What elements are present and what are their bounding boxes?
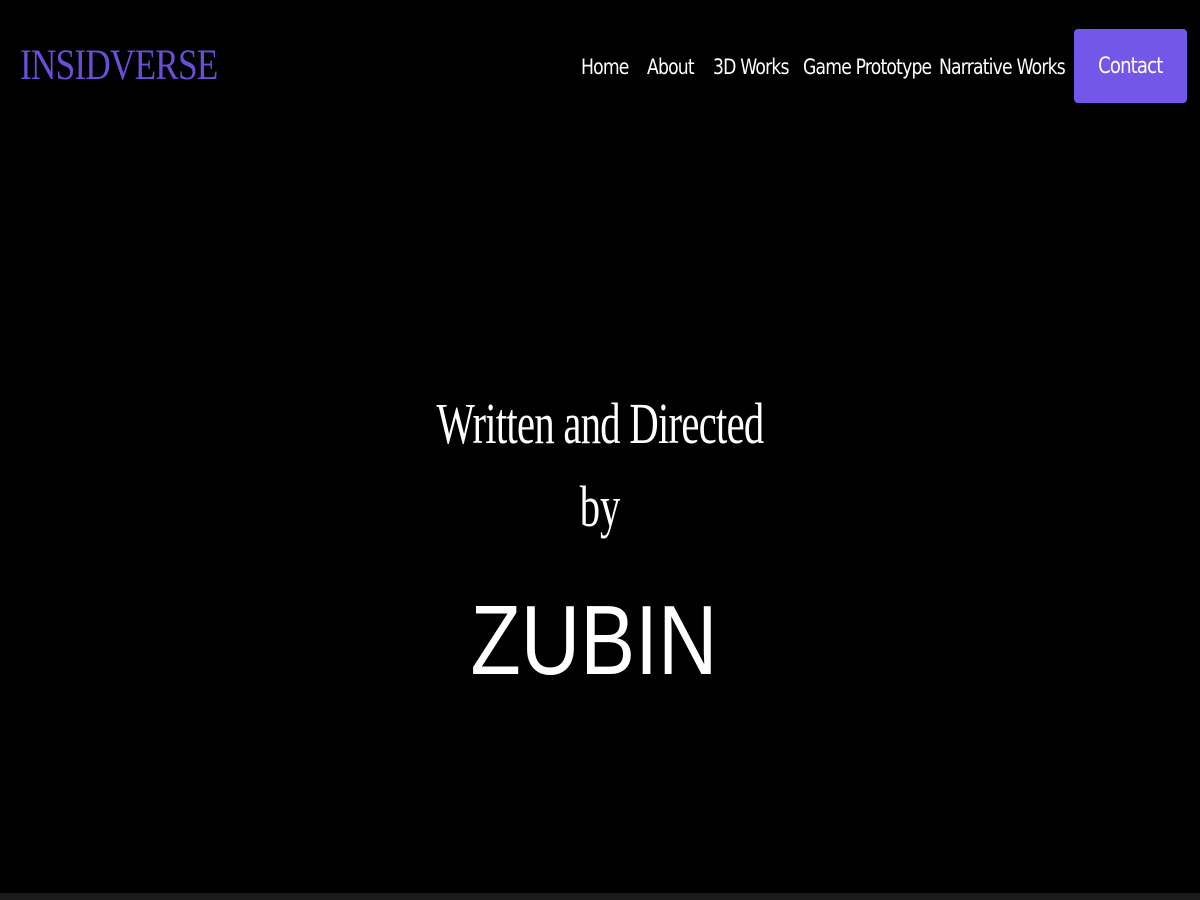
hero-director-name: ZUBIN <box>470 585 718 695</box>
hero-section: Written and Directed by ZUBIN <box>0 0 1200 900</box>
page-bottom-divider <box>0 893 1200 900</box>
hero-by-line: by <box>579 474 621 539</box>
hero-credit-line: Written and Directed <box>436 391 764 456</box>
